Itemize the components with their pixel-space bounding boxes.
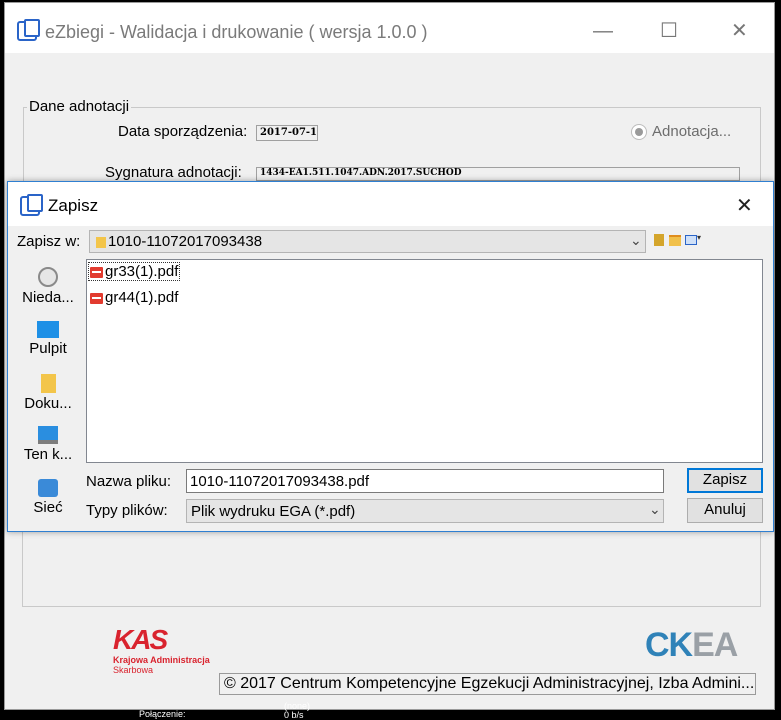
main-window-title: eZbiegi - Walidacja i drukowanie ( wersj… <box>45 22 428 42</box>
this-pc-icon <box>38 426 58 444</box>
save-in-value: 1010-11072017093438 <box>108 233 263 250</box>
status-connection-label: Połączenie: <box>139 709 186 719</box>
signature-label: Sygnatura adnotacji: <box>105 164 242 181</box>
app-icon <box>17 19 40 41</box>
filetype-combo[interactable]: Plik wydruku EGA (*.pdf) ⌄ <box>186 499 664 523</box>
lower-panel <box>22 523 761 607</box>
dialog-close-button[interactable]: ✕ <box>736 193 753 218</box>
save-dialog: Zapisz ✕ Zapisz w: 1010-11072017093438 ⌄… <box>7 181 774 532</box>
annotation-radio[interactable] <box>631 124 647 140</box>
recent-places-icon <box>38 267 58 287</box>
file-item[interactable]: gr33(1).pdf <box>88 262 181 281</box>
place-network-label: Sieć <box>33 499 63 516</box>
filetype-label: Typy plików: <box>86 502 168 519</box>
cancel-button[interactable]: Anuluj <box>687 498 763 523</box>
file-item-name: gr44(1).pdf <box>105 289 179 306</box>
save-in-combo[interactable]: 1010-11072017093438 ⌄ <box>89 230 646 253</box>
place-this-pc[interactable]: Ten k... <box>16 426 80 463</box>
annotation-legend: Dane adnotacji <box>27 98 132 115</box>
file-item[interactable]: gr44(1).pdf <box>89 289 179 306</box>
up-folder-icon[interactable] <box>654 234 664 246</box>
place-desktop-label: Pulpit <box>29 340 67 357</box>
place-desktop[interactable]: Pulpit <box>16 321 80 357</box>
place-recent[interactable]: Nieda... <box>16 267 80 306</box>
place-this-pc-label: Ten k... <box>23 446 73 463</box>
dialog-app-icon <box>20 194 43 216</box>
dialog-titlebar[interactable]: Zapisz ✕ <box>8 182 773 226</box>
ckea-logo-ck: CK <box>645 626 693 664</box>
copyright-bar: © 2017 Centrum Kompetencyjne Egzekucji A… <box>219 673 756 695</box>
file-item-name: gr33(1).pdf <box>105 263 179 280</box>
chevron-down-icon: ⌄ <box>649 501 661 517</box>
close-button[interactable]: ✕ <box>731 21 748 41</box>
chevron-down-icon: ⌄ <box>630 232 642 248</box>
view-menu-chevron-icon[interactable]: ▾ <box>697 233 701 242</box>
filename-label: Nazwa pliku: <box>86 473 172 490</box>
minimize-button[interactable]: — <box>593 21 613 41</box>
documents-icon <box>40 374 56 393</box>
file-list[interactable]: gr33(1).pdf gr44(1).pdf <box>86 259 763 463</box>
date-label: Data sporządzenia: <box>118 123 248 140</box>
view-menu-icon[interactable] <box>685 235 697 245</box>
save-button[interactable]: Zapisz <box>687 468 763 493</box>
ckea-logo: CKEA <box>645 626 738 664</box>
kas-logo-line2: Skarbowa <box>113 665 154 675</box>
pdf-file-icon <box>90 266 103 278</box>
folder-icon <box>96 237 106 248</box>
filename-input[interactable] <box>186 469 664 493</box>
pdf-file-icon <box>90 292 103 304</box>
desktop-icon <box>37 321 59 338</box>
main-titlebar[interactable]: eZbiegi - Walidacja i drukowanie ( wersj… <box>5 3 774 53</box>
place-documents[interactable]: Doku... <box>16 374 80 412</box>
place-network[interactable]: Sieć <box>16 479 80 516</box>
network-icon <box>38 479 58 497</box>
kas-logo-line1: Krajowa Administracja <box>113 655 210 665</box>
ckea-logo-ea: EA <box>692 626 738 664</box>
filetype-value: Plik wydruku EGA (*.pdf) <box>191 503 356 520</box>
kas-logo: KAS Krajowa Administracja Skarbowa <box>113 624 210 676</box>
place-recent-label: Nieda... <box>22 289 74 306</box>
save-in-label: Zapisz w: <box>17 233 81 250</box>
place-documents-label: Doku... <box>24 395 72 412</box>
maximize-button[interactable]: ☐ <box>660 21 678 41</box>
kas-logo-mark: KAS <box>113 624 168 655</box>
signature-field[interactable]: 1434-EA1.511.1047.ADN.2017.SUCHOD <box>256 167 740 181</box>
new-folder-icon[interactable] <box>669 235 681 246</box>
dialog-title: Zapisz <box>48 196 99 215</box>
annotation-radio-label[interactable]: Adnotacja... <box>652 123 731 140</box>
date-field[interactable]: 2017-07-14 <box>256 125 318 141</box>
